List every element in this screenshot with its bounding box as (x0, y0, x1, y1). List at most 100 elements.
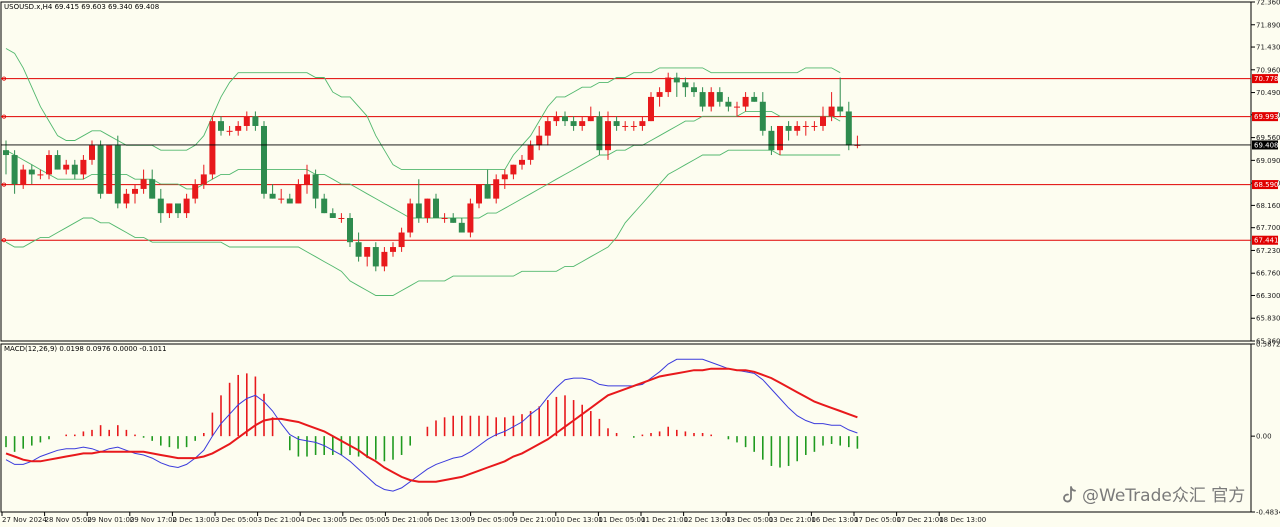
candle-body (845, 111, 852, 146)
time-tick-label: 11 Dec 05:00 (598, 516, 645, 524)
candle-body (71, 164, 78, 175)
time-tick-label: 11 Dec 21:00 (641, 516, 688, 524)
candle-body (802, 125, 809, 127)
candle-body (398, 232, 405, 248)
price-tick-label: 70.960 (1256, 66, 1280, 74)
candle-body (639, 121, 646, 126)
time-tick-label: 3 Dec 05:00 (215, 516, 258, 524)
candle-body (364, 247, 371, 257)
candle-body (183, 198, 190, 214)
candle-body (261, 125, 267, 194)
time-tick-label: 18 Dec 13:00 (939, 516, 986, 524)
candle-body (751, 96, 758, 102)
time-tick-label: 17 Dec 21:00 (897, 516, 944, 524)
candle-body (484, 184, 491, 199)
macd-tick-label: 0.00 (1256, 433, 1272, 441)
candle-body (820, 116, 826, 126)
price-tick-label: 69.090 (1256, 157, 1280, 165)
candle-body (562, 116, 568, 122)
candle-body (587, 116, 594, 122)
candle-body (656, 92, 663, 97)
candle-body (536, 135, 543, 146)
time-tick-label: 3 Dec 21:00 (258, 516, 301, 524)
candle-body (811, 125, 818, 127)
candle-body (372, 247, 379, 267)
time-tick-label: 16 Dec 13:00 (811, 516, 858, 524)
candle-body (321, 198, 328, 214)
candle-body (493, 179, 500, 199)
price-tick-label: 71.890 (1256, 21, 1280, 29)
time-tick-label: 28 Nov 05:00 (45, 516, 92, 524)
candle-body (218, 121, 224, 131)
time-tick-label: 13 Dec 21:00 (769, 516, 816, 524)
candle-body (46, 155, 52, 175)
candle-body (527, 145, 534, 160)
chart-canvas[interactable]: 72.36071.89071.43070.96070.49070.03069.5… (0, 0, 1280, 527)
level-price-label: 68.590 (1254, 181, 1279, 189)
candle-body (467, 203, 474, 233)
level-price-label: 67.441 (1254, 237, 1279, 245)
candle-body (11, 155, 18, 185)
time-tick-label: 2 Dec 13:00 (172, 516, 215, 524)
candle-body (175, 203, 181, 214)
candle-body (114, 145, 121, 204)
candle-body (192, 184, 199, 199)
candle-body (390, 247, 396, 252)
candle-body (123, 193, 130, 204)
candle-body (768, 130, 775, 151)
candle-body (510, 164, 517, 175)
candle-body (691, 87, 697, 93)
candle-body (673, 77, 680, 83)
candle-body (415, 203, 422, 218)
candle-body (63, 164, 70, 170)
candle-body (312, 174, 319, 199)
candle-body (519, 159, 525, 165)
candle-body (424, 198, 431, 218)
candle-body (132, 188, 138, 194)
price-tick-label: 70.490 (1256, 89, 1280, 97)
time-tick-label: 5 Dec 21:00 (385, 516, 428, 524)
candle-body (338, 217, 345, 219)
price-tick-label: 72.360 (1256, 0, 1280, 7)
candle-body (329, 213, 336, 218)
time-tick-label: 13 Dec 05:00 (726, 516, 773, 524)
candle-body (295, 184, 302, 204)
candle-body (278, 198, 285, 200)
candle-body (699, 92, 706, 107)
candle-body (200, 174, 207, 185)
candle-body (794, 125, 801, 131)
time-tick-label: 29 Nov 01:00 (87, 516, 134, 524)
time-tick-label: 29 Nov 17:00 (130, 516, 177, 524)
price-tick-label: 71.430 (1256, 44, 1280, 52)
price-pane-header: USOUSD.x,H4 69.415 69.603 69.340 69.408 (4, 3, 159, 11)
candle-body (605, 121, 611, 151)
candle-body (665, 77, 672, 93)
candle-body (157, 198, 164, 214)
candle-body (269, 193, 276, 199)
candle-body (89, 145, 95, 160)
candle-body (54, 155, 61, 170)
candle-body (106, 145, 113, 194)
candle-body (579, 121, 586, 126)
price-tick-label: 66.300 (1256, 292, 1280, 300)
candle-body (37, 174, 44, 176)
candle-body (235, 125, 242, 131)
candle-body (476, 184, 482, 204)
candle-body (837, 106, 844, 112)
macd-tick-label: 0.5872 (1256, 341, 1280, 349)
time-tick-label: 10 Dec 13:00 (556, 516, 603, 524)
price-tick-label: 68.160 (1256, 202, 1280, 210)
candle-body (501, 174, 508, 180)
candle-body (140, 179, 147, 189)
candle-body (355, 242, 362, 257)
time-tick-label: 17 Dec 05:00 (854, 516, 901, 524)
candle-body (149, 179, 156, 199)
candle-body (381, 251, 388, 267)
candle-body (544, 121, 551, 136)
candle-body (648, 96, 654, 122)
time-tick-label: 6 Dec 13:00 (428, 516, 471, 524)
candle-body (734, 106, 740, 108)
candle-body (630, 125, 637, 127)
time-tick-label: 9 Dec 21:00 (513, 516, 556, 524)
candle-body (742, 96, 749, 107)
